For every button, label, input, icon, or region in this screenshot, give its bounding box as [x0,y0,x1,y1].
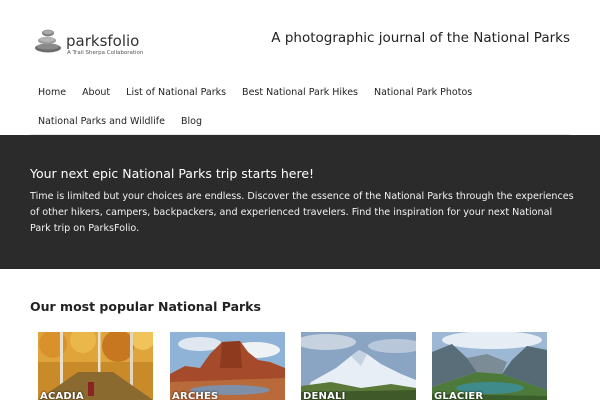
nav-item-national-park-photos[interactable]: National Park Photos [366,87,480,98]
nav-item-national-parks-and-wildlife[interactable]: National Parks and Wildlife [30,116,173,127]
denali-photo [301,332,416,400]
nav-item-list-of-national-parks[interactable]: List of National Parks [118,87,234,98]
nav-row-1: Home About List of National Parks Best N… [30,78,570,106]
park-label-denali: DENALI [303,391,346,400]
main-navigation: Home About List of National Parks Best N… [30,78,570,135]
glacier-photo [432,332,547,400]
logo-tagline: A Trail Sherpa Collaboration [67,50,144,56]
nav-item-blog[interactable]: Blog [173,116,210,127]
park-label-acadia: ACADIA [40,391,84,400]
site-logo[interactable]: parksfolio A Trail Sherpa Collaboration [34,24,143,57]
nav-item-best-national-park-hikes[interactable]: Best National Park Hikes [234,87,366,98]
arches-photo [170,332,285,400]
hero-title: Your next epic National Parks trip start… [30,166,315,181]
park-card-arches[interactable]: ARCHES [170,332,285,400]
site-tagline: A photographic journal of the National P… [271,30,570,46]
park-label-glacier: GLACIER [434,391,484,400]
hero-banner: Your next epic National Parks trip start… [0,135,600,269]
park-card-acadia[interactable]: ACADIA [38,332,153,400]
hero-text: Time is limited but your choices are end… [30,191,574,234]
park-label-arches: ARCHES [172,391,219,400]
park-card-denali[interactable]: DENALI [301,332,416,400]
nav-item-home[interactable]: Home [30,87,74,98]
nav-row-2: National Parks and Wildlife Blog [30,107,570,135]
park-card-glacier[interactable]: GLACIER [432,332,547,400]
site-header: parksfolio A Trail Sherpa Collaboration … [0,0,600,72]
popular-parks-grid: ACADIA ARCHES DENALI GLACIER [38,332,548,400]
logo-name: parksfolio [66,32,140,50]
acadia-photo [38,332,153,400]
popular-parks-heading: Our most popular National Parks [30,299,261,314]
nav-item-about[interactable]: About [74,87,118,98]
cairn-stones-icon [35,29,61,53]
